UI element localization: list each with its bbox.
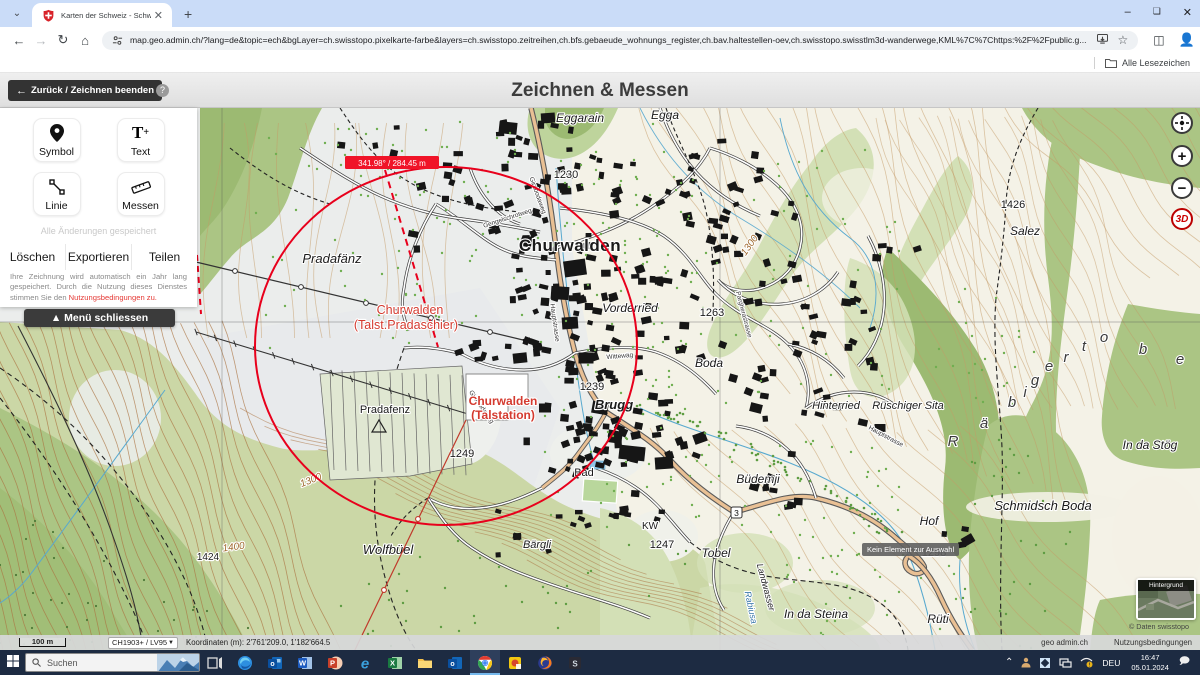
svg-text:Eggarain: Eggarain: [556, 111, 604, 125]
svg-text:1424: 1424: [197, 552, 220, 563]
svg-text:e: e: [361, 655, 369, 671]
svg-text:3: 3: [734, 508, 739, 518]
svg-text:(Talst.Pradaschier): (Talst.Pradaschier): [354, 318, 458, 332]
svg-text:!: !: [1089, 663, 1091, 668]
svg-text:o: o: [1100, 329, 1108, 346]
svg-text:Egga: Egga: [651, 108, 679, 122]
svg-text:Tobel: Tobel: [702, 546, 731, 560]
svg-text:In da Steina: In da Steina: [784, 607, 848, 621]
svg-text:1247: 1247: [650, 539, 674, 551]
svg-text:Churwalden: Churwalden: [469, 394, 538, 408]
svg-text:KW: KW: [642, 521, 659, 532]
svg-text:1249: 1249: [450, 448, 474, 460]
svg-text:W: W: [299, 658, 307, 667]
svg-text:1263: 1263: [700, 307, 724, 319]
svg-text:Schmidsch Boda: Schmidsch Boda: [994, 498, 1092, 513]
svg-text:Vorderried: Vorderried: [602, 301, 658, 315]
svg-text:b: b: [1008, 394, 1016, 411]
svg-text:g: g: [1031, 372, 1040, 389]
svg-text:1239: 1239: [580, 381, 604, 393]
svg-text:Pradafenz: Pradafenz: [360, 404, 410, 416]
svg-text:Salez: Salez: [1010, 224, 1040, 238]
svg-text:e: e: [1045, 358, 1053, 375]
svg-text:1230: 1230: [554, 169, 578, 181]
svg-text:Büdemji: Büdemji: [736, 472, 780, 486]
svg-text:Rüti: Rüti: [927, 612, 949, 626]
svg-text:o: o: [270, 661, 274, 668]
svg-text:341.98° / 284.45 m: 341.98° / 284.45 m: [358, 159, 426, 168]
svg-text:R: R: [948, 433, 959, 450]
svg-text:Bärgli: Bärgli: [523, 539, 552, 551]
svg-text:In da Stög: In da Stög: [1123, 438, 1178, 452]
svg-text:Hof: Hof: [920, 514, 940, 528]
svg-text:1426: 1426: [1001, 199, 1025, 211]
svg-text:P: P: [330, 658, 335, 667]
svg-text:Boda: Boda: [695, 356, 723, 370]
svg-text:Wolfbüel: Wolfbüel: [363, 542, 415, 557]
svg-text:b: b: [1139, 341, 1147, 358]
svg-text:Pradafänz: Pradafänz: [302, 251, 362, 266]
svg-text:Hinterried: Hinterried: [812, 400, 861, 412]
svg-text:(Talstation): (Talstation): [471, 408, 535, 422]
svg-text:e: e: [1176, 351, 1184, 368]
svg-text:ä: ä: [980, 415, 988, 432]
svg-text:X: X: [390, 658, 395, 667]
svg-text:Churwalden: Churwalden: [377, 303, 444, 317]
svg-text:Churwalden: Churwalden: [519, 236, 621, 255]
svg-text:o: o: [450, 661, 454, 668]
svg-text:S: S: [572, 659, 578, 668]
svg-text:Rüschiger Sita: Rüschiger Sita: [872, 400, 944, 412]
